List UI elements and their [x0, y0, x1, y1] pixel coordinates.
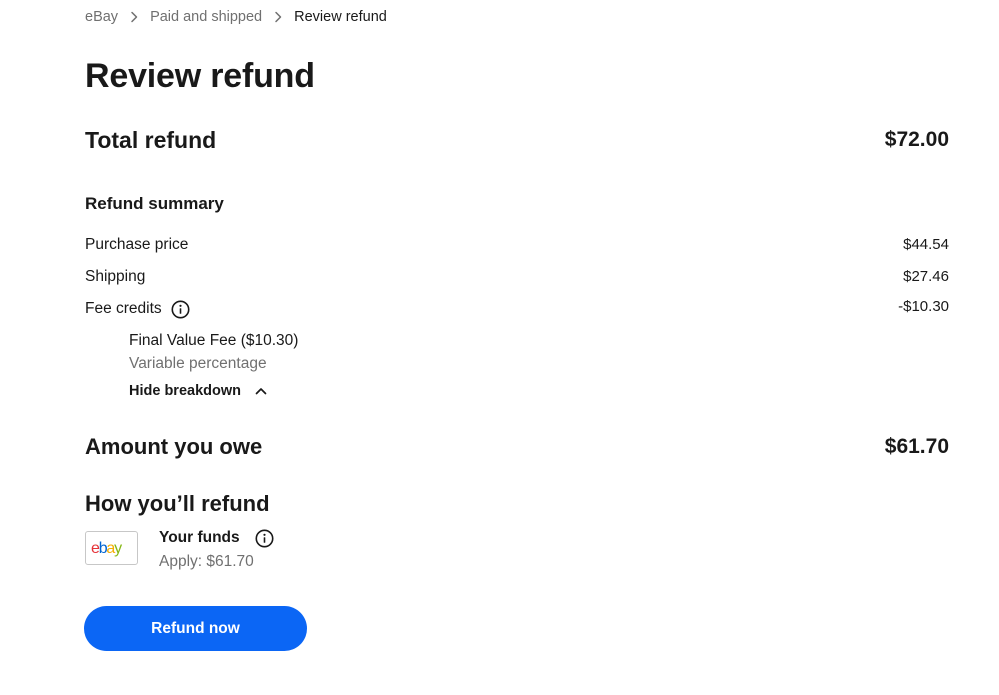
fee-credits-label: Fee credits	[85, 299, 190, 319]
fee-credits-value: -$10.30	[898, 298, 949, 315]
shipping-text: Shipping	[85, 268, 146, 285]
fee-type-label: Variable percentage	[129, 355, 267, 372]
fee-credits-text: Fee credits	[85, 300, 162, 317]
how-refund-heading: How you’ll refund	[85, 491, 270, 516]
total-refund-label: Total refund	[85, 127, 217, 153]
breadcrumb-link-ebay[interactable]: eBay	[85, 9, 118, 25]
purchase-price-value: $44.54	[903, 236, 949, 253]
total-refund-value: $72.00	[884, 128, 949, 151]
chevron-right-icon	[271, 10, 285, 24]
amount-owe-value: $61.70	[884, 435, 949, 458]
refund-summary-heading: Refund summary	[85, 194, 224, 213]
final-value-fee-label: Final Value Fee ($10.30)	[129, 332, 299, 349]
purchase-price-text: Purchase price	[85, 236, 189, 253]
info-icon[interactable]	[255, 529, 274, 548]
page-title: Review refund	[85, 57, 315, 95]
amount-owe-label: Amount you owe	[85, 434, 263, 459]
refund-now-button[interactable]: Refund now	[84, 606, 307, 651]
purchase-price-label: Purchase price	[85, 235, 188, 255]
hide-breakdown-button[interactable]: Hide breakdown	[129, 381, 268, 401]
your-funds-apply: Apply: $61.70	[159, 553, 254, 570]
shipping-label: Shipping	[85, 267, 145, 287]
svg-text:ebay: ebay	[91, 540, 122, 557]
ebay-logo: ebay	[85, 531, 138, 565]
your-funds-title: Your funds	[159, 528, 274, 548]
chevron-right-icon	[127, 10, 141, 24]
ebay-logo-mark: ebay	[91, 540, 123, 557]
breadcrumb-link-paid-and-shipped[interactable]: Paid and shipped	[150, 9, 262, 25]
breadcrumb-current: Review refund	[294, 9, 387, 25]
hide-breakdown-label: Hide breakdown	[129, 383, 241, 399]
breadcrumb: eBay Paid and shipped Review refund	[85, 8, 387, 26]
chevron-up-icon	[254, 384, 268, 398]
info-icon[interactable]	[171, 300, 190, 319]
shipping-value: $27.46	[903, 268, 949, 285]
your-funds-text: Your funds	[159, 529, 240, 546]
